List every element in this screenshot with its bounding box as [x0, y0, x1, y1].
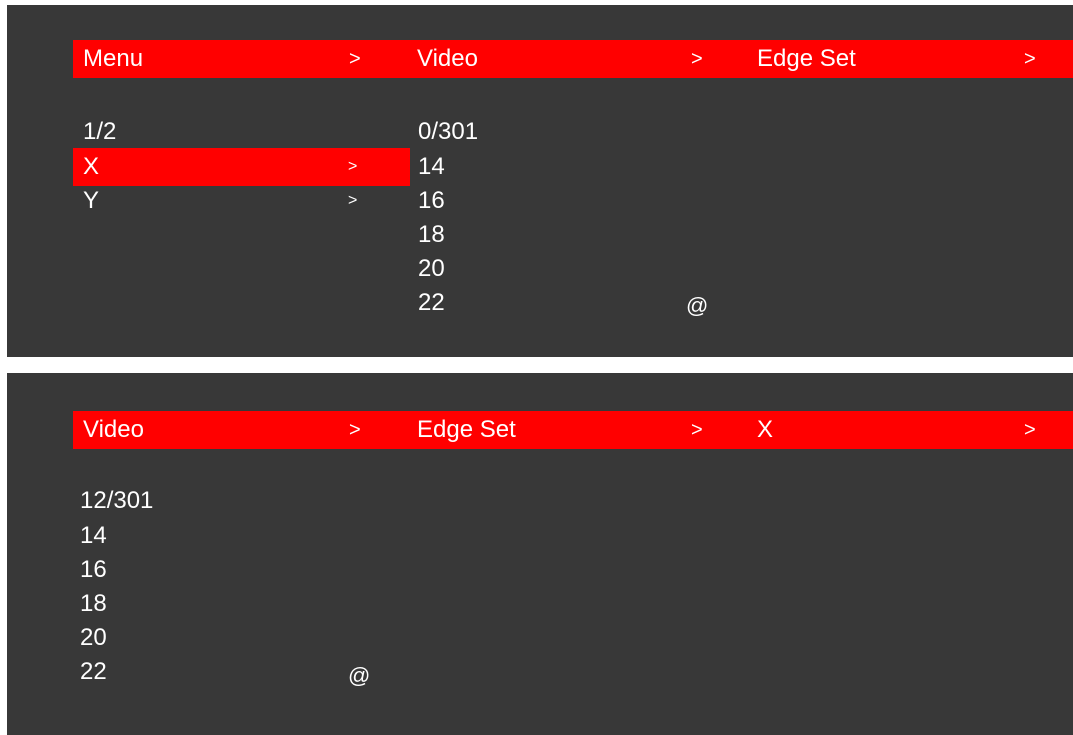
- breadcrumb-separator: >: [691, 48, 703, 70]
- value-option[interactable]: 16: [80, 553, 107, 587]
- breadcrumb-separator: >: [1024, 48, 1036, 70]
- value-option[interactable]: 14: [418, 150, 445, 184]
- osd-menu-panel-top: Menu > Video > Edge Set > 1/2 X > Y > 0/…: [7, 5, 1073, 357]
- page-indicator: 1/2: [83, 118, 117, 145]
- osd-menu-panel-bottom: Video > Edge Set > X > 12/301 14 16 18 2…: [7, 373, 1073, 735]
- value-option[interactable]: 18: [80, 587, 107, 621]
- value-option[interactable]: 22: [80, 655, 107, 689]
- breadcrumb-item-menu[interactable]: Menu: [83, 40, 143, 78]
- breadcrumb-separator: >: [1024, 419, 1036, 441]
- breadcrumb-separator: >: [691, 419, 703, 441]
- value-option[interactable]: 20: [80, 621, 107, 655]
- breadcrumb-item-edge-set[interactable]: Edge Set: [417, 411, 516, 449]
- value-page-indicator: 12/301: [80, 487, 154, 514]
- value-option[interactable]: 18: [418, 218, 445, 252]
- current-value-marker-icon: @: [686, 293, 709, 318]
- breadcrumb-item-video[interactable]: Video: [417, 40, 478, 78]
- breadcrumb-item-x[interactable]: X: [757, 411, 773, 449]
- selected-item-highlight: [73, 148, 410, 186]
- value-option[interactable]: 16: [418, 184, 445, 218]
- submenu-arrow-icon: >: [348, 192, 358, 209]
- value-page-indicator: 0/301: [418, 118, 479, 145]
- value-option[interactable]: 22: [418, 286, 445, 320]
- submenu-arrow-icon: >: [348, 158, 358, 175]
- current-value-marker-icon: @: [348, 663, 371, 688]
- value-option[interactable]: 20: [418, 252, 445, 286]
- value-option[interactable]: 14: [80, 519, 107, 553]
- breadcrumb-separator: >: [349, 48, 361, 70]
- breadcrumb-bar: Video > Edge Set > X >: [73, 411, 1073, 449]
- breadcrumb-bar: Menu > Video > Edge Set >: [73, 40, 1073, 78]
- breadcrumb-item-edge-set[interactable]: Edge Set: [757, 40, 856, 78]
- menu-item-x[interactable]: X: [83, 150, 99, 184]
- menu-item-y[interactable]: Y: [83, 184, 99, 218]
- breadcrumb-separator: >: [349, 419, 361, 441]
- breadcrumb-item-video[interactable]: Video: [83, 411, 144, 449]
